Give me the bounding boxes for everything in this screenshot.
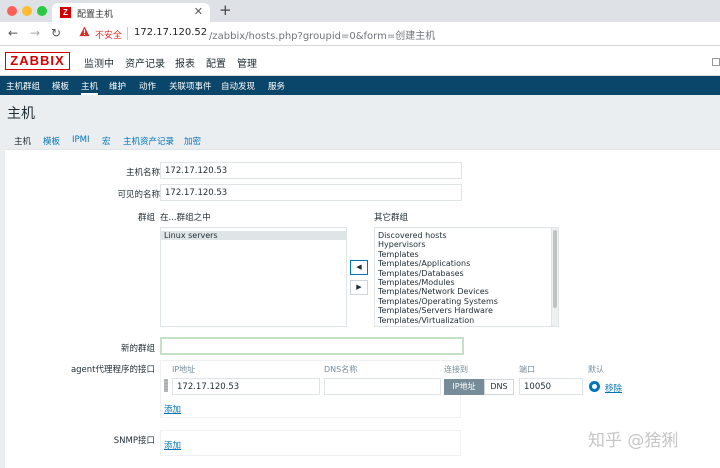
tab-encryption[interactable]: 加密 [184,135,201,147]
other-group-option[interactable]: Hypervisors [375,240,558,249]
col-default-header: 默认 [588,365,604,374]
host-name-label: 主机名称 [125,168,160,178]
subnav-maintenance[interactable]: 维护 [109,80,126,92]
listbox-scrollbar[interactable] [551,228,558,326]
connect-ip-toggle[interactable]: IP地址 [444,379,484,395]
other-groups-label: 其它群组 [374,213,409,223]
connect-dns-toggle[interactable]: DNS [484,379,514,395]
other-group-option[interactable]: Templates/Network Devices [375,287,558,296]
other-group-option[interactable]: Templates/Modules [375,278,558,287]
other-group-option[interactable]: Templates/Applications [375,259,558,268]
move-right-button[interactable]: ▶ [350,280,368,295]
subnav-host-groups[interactable]: 主机群组 [6,80,40,92]
agent-dns-input[interactable] [324,378,441,395]
host-name-input[interactable]: 172.17.120.53 [160,162,462,179]
back-icon[interactable]: ← [8,26,18,40]
host-form: 主机名称 172.17.120.53 可见的名称 172.17.120.53 群… [5,150,720,468]
subnav-services[interactable]: 服务 [268,80,285,92]
close-tab-icon[interactable]: ✕ [194,5,203,18]
browser-tab-bar: Z 配置主机 ✕ + [0,0,720,22]
other-group-option[interactable]: Templates/Virtualization [375,316,558,325]
scrollbar-thumb[interactable] [553,230,557,308]
other-groups-listbox[interactable]: Discovered hosts Hypervisors Templates T… [374,227,559,327]
other-group-option[interactable]: Templates/Servers Hardware [375,306,558,315]
menu-administration[interactable]: 管理 [237,55,257,70]
new-tab-icon[interactable]: + [219,1,232,19]
new-group-label: 新的群组 [120,344,155,354]
snmp-interfaces-box [160,430,461,456]
subnav-actions[interactable]: 动作 [139,80,156,92]
subnav-correlation[interactable]: 关联项事件 [169,80,212,92]
page-title: 主机 [7,106,35,122]
subnav-discovery[interactable]: 自动发现 [221,80,255,92]
agent-ip-input[interactable]: 172.17.120.53 [172,378,320,395]
watermark: 知乎 @猞猁 [588,431,679,451]
tab-title: 配置主机 [77,10,114,20]
minimize-window-button[interactable] [22,6,32,16]
remove-interface-link[interactable]: 移除 [605,382,622,394]
snmp-interfaces-label: SNMP接口 [113,436,155,446]
in-groups-label: 在...群组之中 [160,213,211,223]
menu-configuration[interactable]: 配置 [206,55,226,70]
subnav-hosts[interactable]: 主机 [81,80,99,95]
move-left-button[interactable]: ◀ [350,260,368,275]
in-group-option[interactable]: Linux servers [161,231,346,241]
reload-icon[interactable]: ↻ [51,26,61,40]
visible-name-input[interactable]: 172.17.120.53 [160,184,462,201]
other-group-option[interactable]: Templates [375,250,558,259]
page-edge-box [712,58,720,66]
tab-templates[interactable]: 模板 [43,135,60,147]
visible-name-label: 可见的名称 [117,190,160,200]
menu-reports[interactable]: 报表 [175,55,195,70]
in-groups-listbox[interactable]: Linux servers [160,227,347,327]
zabbix-header: ZABBIX 监测中 资产记录 报表 配置 管理 [0,46,720,76]
col-dns-header: DNS名称 [324,365,358,374]
tab-macros[interactable]: 宏 [102,135,111,147]
add-agent-interface-link[interactable]: 添加 [164,403,181,415]
menu-inventory[interactable]: 资产记录 [125,55,165,70]
form-tabs: 主机 模板 IPMI 宏 主机资产记录 加密 [5,131,720,152]
tab-inventory[interactable]: 主机资产记录 [123,135,174,147]
menu-monitoring[interactable]: 监测中 [84,55,114,70]
col-port-header: 端口 [519,365,535,374]
zabbix-logo[interactable]: ZABBIX [5,52,70,70]
zabbix-favicon-icon: Z [60,7,71,18]
tab-ipmi[interactable]: IPMI [72,135,89,145]
subnav-templates[interactable]: 模板 [52,80,69,92]
address-separator [127,27,128,40]
warning-icon[interactable] [79,26,90,37]
browser-tab[interactable]: Z 配置主机 ✕ [52,3,210,22]
agent-interfaces-label: agent代理程序的接口 [70,365,155,375]
other-group-option[interactable]: Discovered hosts [375,231,558,240]
add-snmp-interface-link[interactable]: 添加 [164,439,181,451]
other-group-option[interactable]: Templates/Operating Systems [375,297,558,306]
address-bar: ← → ↻ 不安全 172.17.120.52 /zabbix/hosts.ph… [0,22,720,46]
insecure-label[interactable]: 不安全 [95,28,122,41]
col-ip-header: IP地址 [172,365,196,374]
url-path[interactable]: /zabbix/hosts.php?groupid=0&form=创建主机 [209,27,435,42]
maximize-window-button[interactable] [37,6,47,16]
drag-handle-icon[interactable] [164,379,168,392]
new-group-input[interactable] [160,337,464,355]
col-connect-header: 连接到 [444,365,468,374]
default-interface-radio[interactable] [589,381,600,392]
agent-port-input[interactable]: 10050 [519,378,583,395]
close-window-button[interactable] [7,6,17,16]
url-host[interactable]: 172.17.120.52 [134,27,207,38]
groups-label: 群组 [137,213,155,223]
forward-icon[interactable]: → [30,26,40,40]
sub-navigation: 主机群组 模板 主机 维护 动作 关联项事件 自动发现 服务 [0,76,720,95]
other-group-option[interactable]: Templates/Databases [375,269,558,278]
